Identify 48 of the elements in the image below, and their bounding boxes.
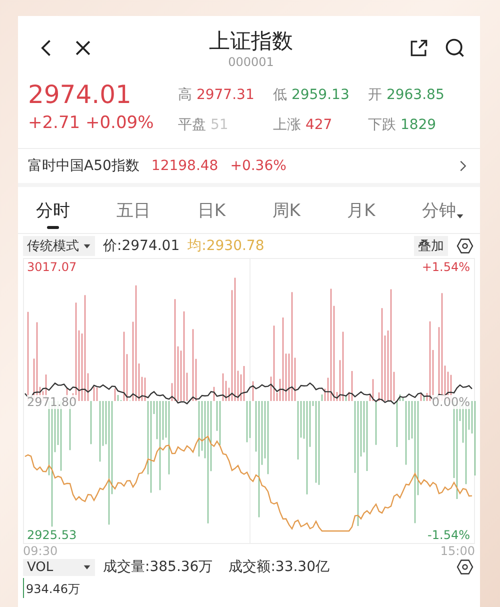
- current-price: 2974.01: [28, 80, 132, 109]
- overlay-button[interactable]: 叠加: [414, 236, 448, 256]
- chart-tab[interactable]: 五日: [114, 199, 153, 229]
- chart-tab[interactable]: 分时: [34, 199, 72, 229]
- related-index-change: +0.36%: [230, 158, 286, 174]
- settings-icon[interactable]: [456, 558, 474, 576]
- stat-value: 51: [210, 117, 228, 133]
- page-title: 上证指数: [209, 28, 293, 55]
- caret-icon: [83, 563, 91, 571]
- axis-label: +1.54%: [422, 260, 470, 274]
- stat-value: 2963.85: [386, 87, 444, 103]
- stat-label: 开 2963.85: [368, 86, 446, 104]
- stat-value: 2977.31: [196, 87, 254, 103]
- axis-label: 2971.80: [27, 395, 77, 409]
- stat-label: 下跌 1829: [368, 116, 438, 134]
- index-code: 000001: [228, 55, 274, 69]
- caret-icon: [83, 242, 91, 250]
- stat-label: 平盘 51: [178, 116, 230, 134]
- related-index-value: 12198.48: [151, 158, 218, 174]
- chart-tab[interactable]: 周K: [270, 199, 302, 229]
- stat-value: 427: [305, 117, 332, 133]
- mode-dropdown[interactable]: 传统模式: [23, 236, 95, 256]
- turnover-reading: 成交额:33.30亿: [228, 558, 330, 576]
- chart-tab[interactable]: 分钟: [420, 199, 466, 229]
- share-icon[interactable]: [408, 37, 430, 59]
- axis-label: 2925.53: [27, 528, 77, 542]
- volume-reading: 成交量:385.36万: [103, 558, 213, 576]
- stat-label: 上涨 427: [273, 116, 334, 134]
- stat-value: 1829: [400, 117, 436, 133]
- stat-value: 2959.13: [291, 87, 350, 103]
- axis-label: 0.00%: [432, 395, 470, 409]
- search-icon[interactable]: [444, 37, 466, 59]
- chart-tab[interactable]: 日K: [195, 199, 228, 229]
- chart-tab[interactable]: 月K: [345, 199, 378, 229]
- average-reading: 均:2930.78: [188, 237, 264, 255]
- time-label: 09:30: [23, 544, 58, 558]
- price-change: +2.71 +0.09%: [28, 113, 155, 133]
- related-index-name[interactable]: 富时中国A50指数: [28, 157, 140, 175]
- settings-icon[interactable]: [456, 237, 474, 255]
- volume-max-label: 934.46万: [26, 582, 80, 596]
- stat-label: 高 2977.31: [178, 86, 256, 104]
- axis-label: 3017.07: [27, 260, 77, 274]
- indicator-dropdown[interactable]: VOL: [23, 558, 95, 576]
- axis-label: -1.54%: [428, 528, 470, 542]
- time-label: 15:00: [440, 544, 475, 558]
- stat-label: 低 2959.13: [273, 86, 350, 104]
- caret-icon: [456, 212, 464, 220]
- price-reading: 价:2974.01: [103, 237, 180, 255]
